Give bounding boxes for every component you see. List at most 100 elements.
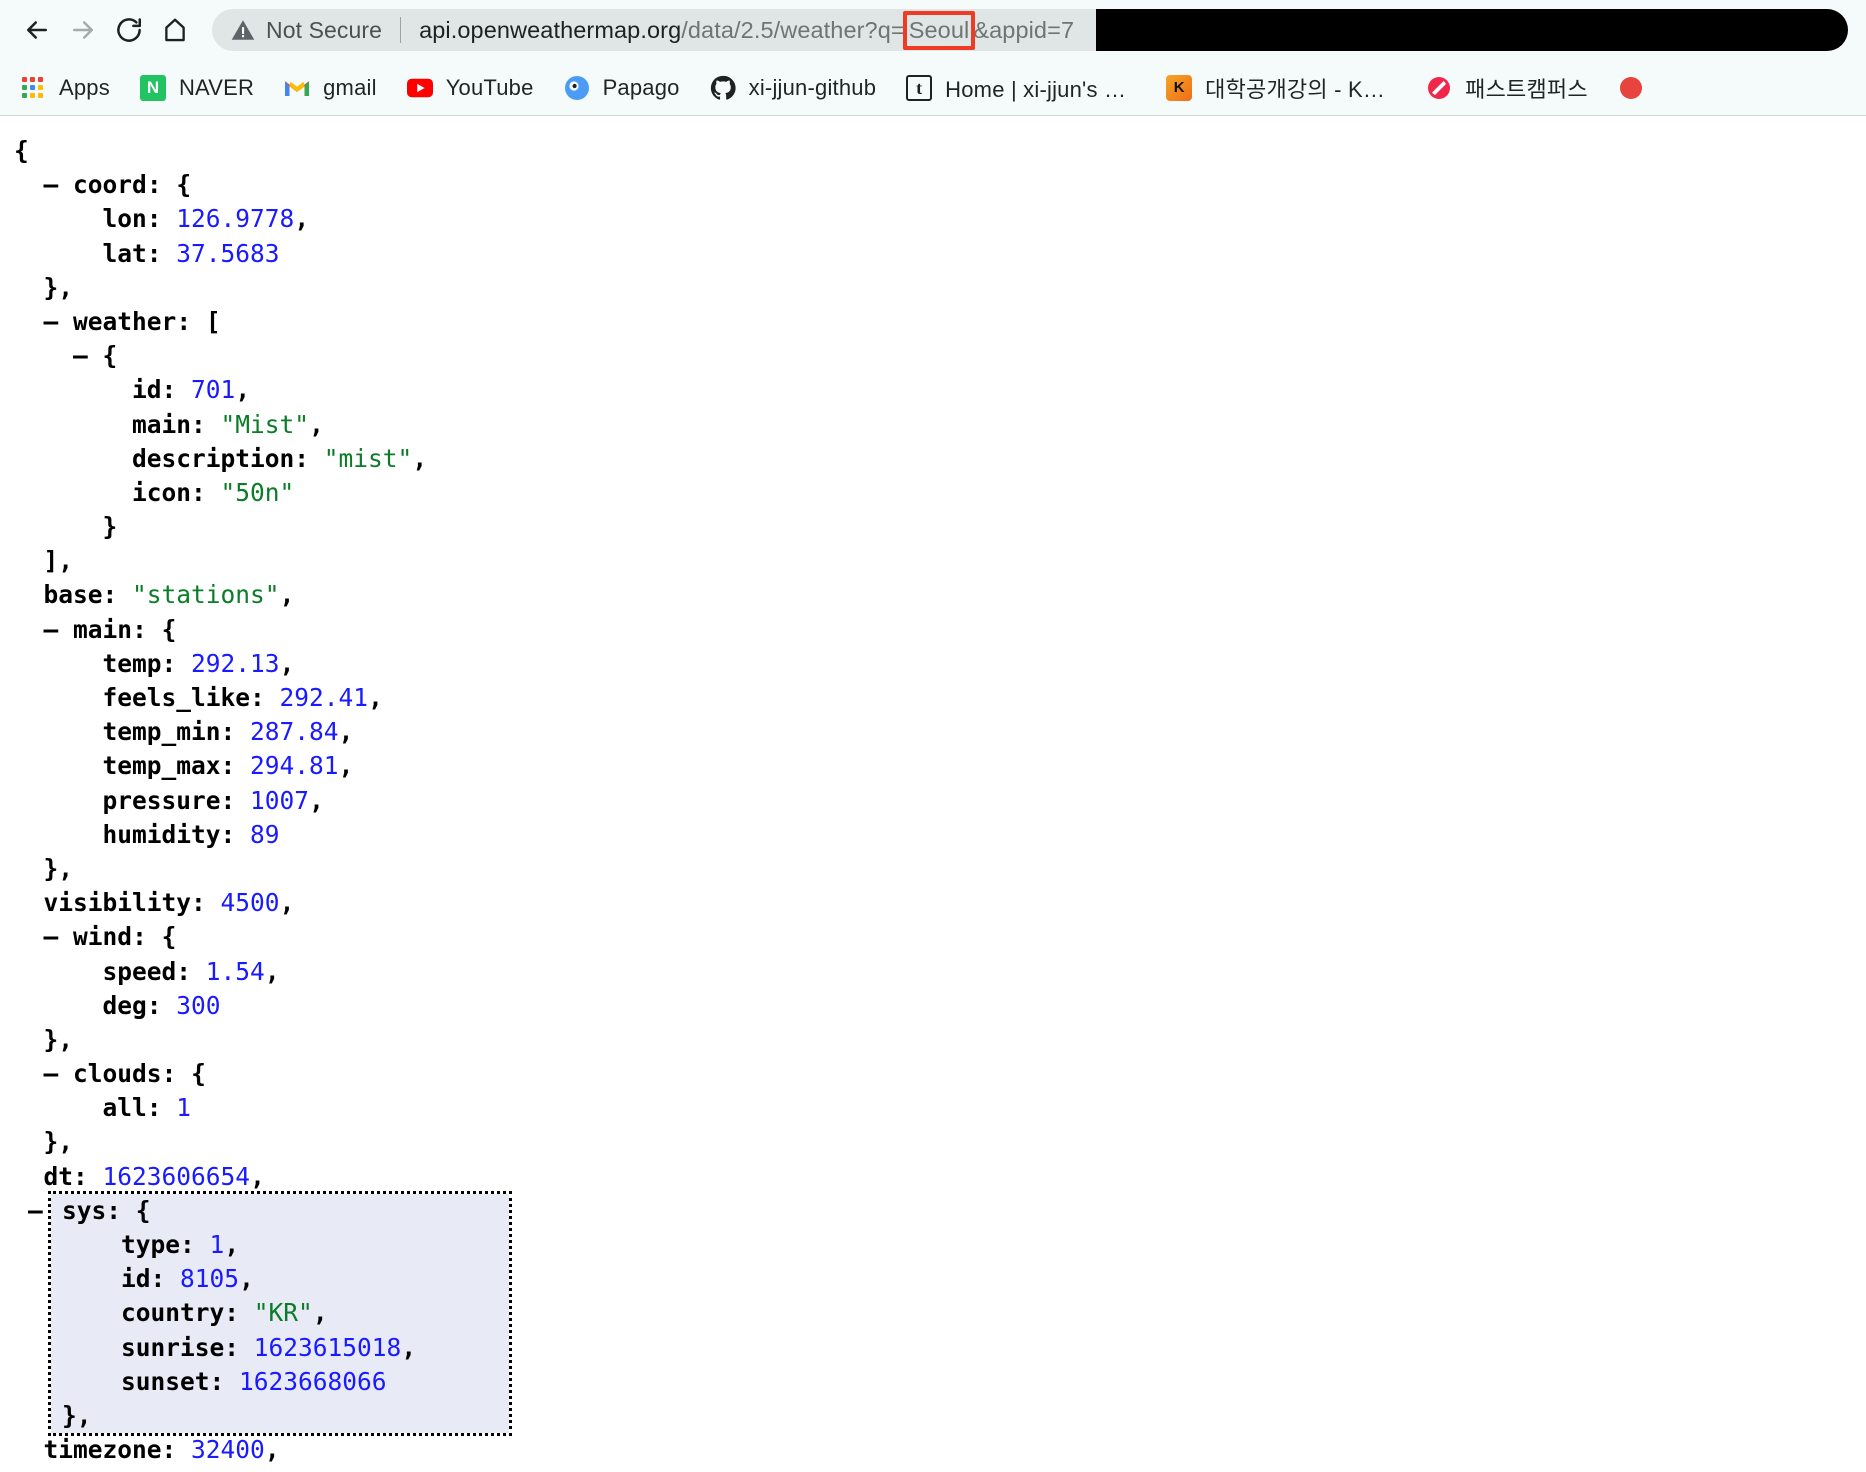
bookmark-label: Papago [602,74,680,100]
bookmark-overflow-partial[interactable] [1618,75,1657,101]
url-appid-param: &appid= [973,16,1061,43]
json-row-wind-deg: deg: 300 [102,990,221,1020]
json-row-clouds-all: all: 1 [102,1093,192,1123]
reload-icon [117,18,141,42]
warning-triangle-icon [231,20,255,40]
omnibox-divider [400,17,402,43]
json-row-lat: lat: 37.5683 [102,238,280,268]
api-key-redaction-bar [1096,9,1848,51]
bookmark-gmail[interactable]: gmail [284,75,377,101]
url-appid-value: 7 [1060,16,1075,43]
apps-grid-icon [20,75,46,101]
json-row-main-close: }, [43,853,74,883]
json-row-wind-speed: speed: 1.54, [102,956,280,986]
json-row-sys-type: type: 1, [121,1230,240,1259]
json-row-coord[interactable]: – coord: { [0,168,1866,202]
bookmark-label: 패스트캠퍼스 [1465,76,1588,102]
back-button[interactable] [14,7,60,53]
json-row-temp-max: temp_max: 294.81, [102,751,354,781]
forward-button[interactable] [60,7,106,53]
json-row-base: base: "stations", [43,580,295,610]
bookmark-apps[interactable]: Apps [20,75,110,101]
bookmark-label: Home | xi-jjun's 개… [945,76,1137,102]
json-row-weather-main: main: "Mist", [132,409,324,439]
bookmark-label: YouTube [445,74,534,100]
bookmark-label: 대학공개강의 - KOCW [1205,76,1397,102]
json-row-feels-like: feels_like: 292.41, [102,683,383,712]
url-host: api.openweathermap.org [419,16,682,43]
json-row-sys-country: country: "KR", [121,1298,328,1328]
collapse-toggle-weather[interactable]: – [44,307,59,336]
json-row-wind-close: }, [43,1024,74,1054]
json-row-weather-item-open[interactable]: – { [0,339,1866,373]
collapse-toggle-coord[interactable]: – [44,170,59,199]
collapse-toggle-sys[interactable]: – [28,1194,43,1228]
url-query-city-value: Seoul [908,16,970,43]
json-row-weather[interactable]: – weather: [ [0,305,1866,339]
json-row-sys-sunset: sunset: 1623668066 [121,1366,387,1396]
selected-json-node-sys[interactable]: sys: { type: 1, id: 8105, country: "KR",… [48,1190,512,1437]
gmail-icon [284,75,310,101]
collapse-toggle-weather-0[interactable]: – [73,341,88,370]
json-row-clouds-close: }, [43,1127,74,1157]
bookmark-kocw[interactable]: K 대학공개강의 - KOCW [1166,72,1396,104]
json-row-coord-close: }, [43,272,74,302]
home-button[interactable] [152,7,198,53]
bookmark-youtube[interactable]: YouTube [406,74,534,101]
json-row-wind[interactable]: – wind: { [0,920,1866,954]
json-row-id: id: 1835848, [0,1467,1866,1471]
json-row-weather-description: description: "mist", [132,443,428,473]
bookmark-tistory-home[interactable]: t Home | xi-jjun's 개… [906,72,1136,104]
security-chip[interactable]: Not Secure [230,17,382,44]
json-row-temp: temp: 292.13, [102,648,295,678]
json-row-main[interactable]: – main: { [0,613,1866,647]
bookmark-label: NAVER [178,74,255,100]
json-row-sys-sunrise: sunrise: 1623615018, [121,1332,417,1362]
json-row-sys[interactable]: sys: { [51,1194,509,1228]
json-row-pressure: pressure: 1007, [102,785,324,815]
kocw-icon: K [1166,74,1193,101]
github-icon [710,75,736,101]
bookmark-label: gmail [323,74,377,100]
browser-chrome: Not Secure api.openweathermap.org /data/… [0,0,1866,116]
bookmark-naver[interactable]: N NAVER [139,74,255,101]
json-row-sys-close: }, [62,1400,92,1430]
tistory-icon: t [906,74,933,101]
json-row-sys-id: id: 8105, [121,1264,254,1294]
json-row-visibility: visibility: 4500, [43,888,295,918]
bookmark-fastcampus[interactable]: 패스트캠퍼스 [1426,72,1588,104]
json-row-dt: dt: 1623606654, [43,1161,265,1191]
collapse-toggle-wind[interactable]: – [44,922,59,951]
json-row-weather-icon: icon: "50n" [132,477,295,507]
forward-arrow-icon [73,21,93,39]
json-row-clouds[interactable]: – clouds: { [0,1057,1866,1091]
collapse-toggle-main[interactable]: – [44,615,59,644]
home-icon [165,18,185,42]
address-bar[interactable]: Not Secure api.openweathermap.org /data/… [212,9,1848,51]
back-arrow-icon [27,21,47,39]
reload-button[interactable] [106,7,152,53]
json-row-weather-close: ], [43,546,74,576]
bookmark-github[interactable]: xi-jjun-github [710,75,877,101]
json-row-humidity: humidity: 89 [102,819,280,849]
partial-bookmark-icon [1618,75,1644,101]
browser-toolbar: Not Secure api.openweathermap.org /data/… [0,0,1866,60]
json-row-root-open: { [14,136,29,165]
naver-icon: N [139,74,166,101]
sys-node-wrapper: – sys: { type: 1, id: 8105, country: "KR… [0,1190,1866,1437]
json-row-lon: lon: 126.9778, [102,204,310,234]
fastcampus-icon [1426,75,1452,101]
json-document-viewer: { – coord: { lon: 126.9778, lat: 37.5683… [0,116,1866,1471]
bookmark-label: Apps [59,74,110,100]
youtube-icon [406,75,433,101]
security-status-text: Not Secure [266,16,383,43]
collapse-toggle-clouds[interactable]: – [44,1059,59,1088]
json-row-weather-item-close: } [102,512,118,542]
bookmark-label: xi-jjun-github [748,74,877,100]
json-row-timezone: timezone: 32400, [43,1435,280,1465]
bookmark-papago[interactable]: Papago [564,75,680,101]
bookmarks-bar: Apps N NAVER gmail YouTube Papago xi-jju… [0,60,1866,116]
papago-icon [564,75,590,101]
json-row-temp-min: temp_min: 287.84, [102,717,354,747]
json-row-weather-id: id: 701, [132,375,251,405]
